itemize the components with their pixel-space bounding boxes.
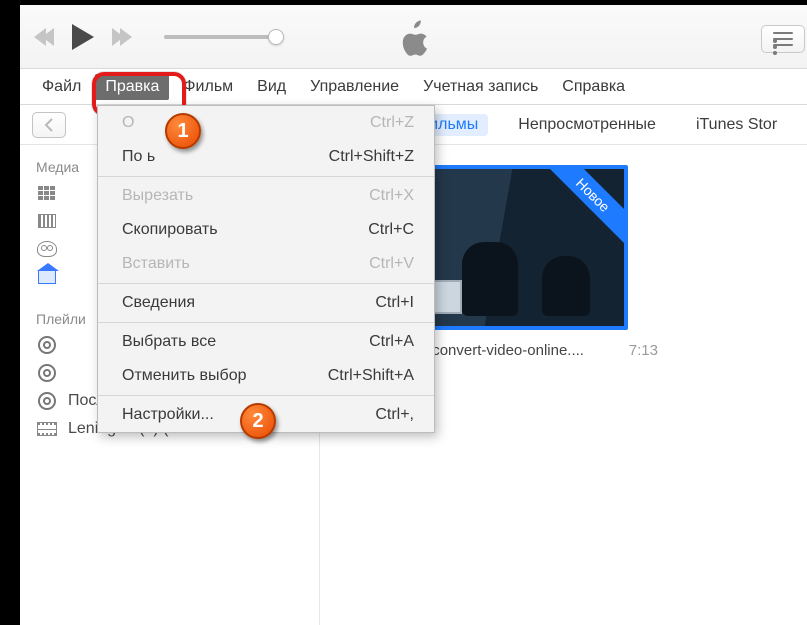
tab-unwatched[interactable]: Непросмотренные: [508, 114, 666, 136]
view-mode-button[interactable]: [761, 25, 805, 53]
track-duration: 7:13: [629, 342, 658, 359]
menu-select-all[interactable]: Выбрать всеCtrl+A: [98, 325, 434, 359]
grid-icon: [36, 184, 58, 202]
annotation-bubble-1: 1: [165, 113, 201, 149]
gear-icon: [36, 364, 58, 382]
prev-button[interactable]: [38, 28, 54, 46]
menu-cut[interactable]: ВырезатьCtrl+X: [98, 179, 434, 213]
menu-file[interactable]: Файл: [32, 74, 91, 100]
gear-icon: [36, 336, 58, 354]
film-icon: [36, 212, 58, 230]
menu-undo[interactable]: ОCtrl+Z: [98, 106, 434, 140]
next-button[interactable]: [112, 28, 128, 46]
annotation-bubble-2: 2: [240, 403, 276, 439]
apple-logo-icon: [397, 19, 431, 64]
gear-icon: [36, 392, 58, 410]
play-button[interactable]: [72, 24, 94, 50]
menu-view[interactable]: Вид: [247, 74, 296, 100]
volume-thumb[interactable]: [268, 29, 284, 45]
menu-movie[interactable]: Фильм: [173, 74, 243, 100]
volume-slider[interactable]: [164, 35, 276, 39]
list-icon: [773, 32, 793, 46]
menu-redo[interactable]: По ьCtrl+Shift+Z: [98, 140, 434, 174]
menu-paste[interactable]: ВставитьCtrl+V: [98, 247, 434, 281]
player-toolbar: [20, 5, 807, 69]
home-icon: [36, 268, 58, 286]
strip-icon: [36, 420, 58, 438]
back-button[interactable]: [32, 112, 66, 138]
menu-help[interactable]: Справка: [552, 74, 635, 100]
tab-itunes-store[interactable]: iTunes Stor: [686, 114, 787, 136]
edit-dropdown: ОCtrl+Z По ьCtrl+Shift+Z ВырезатьCtrl+X …: [97, 105, 435, 433]
menu-edit[interactable]: Правка: [95, 74, 169, 100]
menu-control[interactable]: Управление: [300, 74, 409, 100]
menubar: Файл Правка Фильм Вид Управление Учетная…: [20, 69, 807, 105]
menu-copy[interactable]: СкопироватьCtrl+C: [98, 213, 434, 247]
menu-info[interactable]: СведенияCtrl+I: [98, 286, 434, 320]
mask-icon: [36, 240, 58, 258]
menu-deselect[interactable]: Отменить выборCtrl+Shift+A: [98, 359, 434, 393]
menu-account[interactable]: Учетная запись: [413, 74, 548, 100]
